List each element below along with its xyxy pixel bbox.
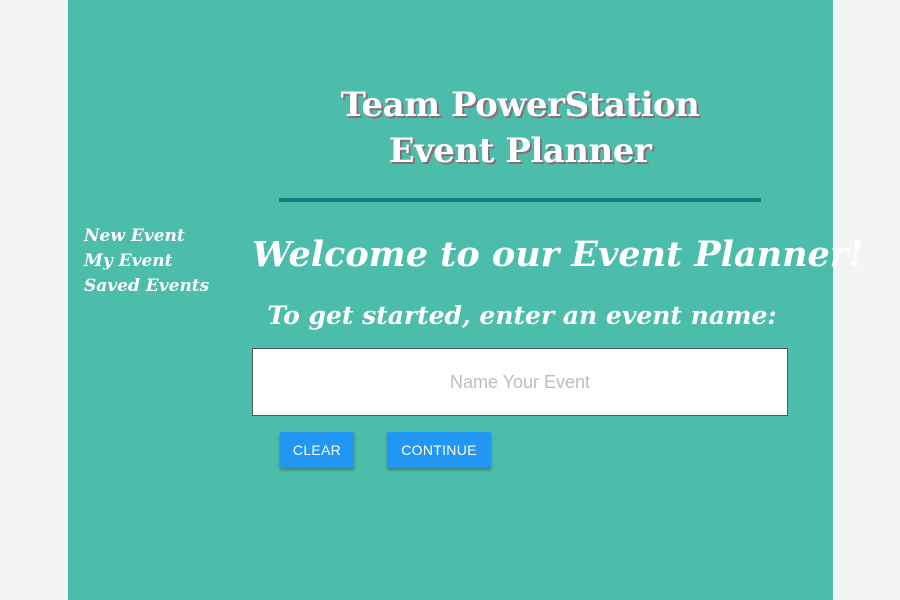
continue-button[interactable]: CONTINUE	[387, 432, 491, 468]
header-divider	[279, 198, 761, 202]
sidebar-item-my-event[interactable]: My Event	[84, 249, 224, 274]
event-name-input[interactable]	[252, 348, 788, 416]
page-header: Team PowerStation Event Planner	[252, 82, 788, 174]
page-panel: New Event My Event Saved Events Team Pow…	[68, 0, 864, 600]
clear-button[interactable]: CLEAR	[280, 432, 354, 468]
instruction-text: To get started, enter an event name:	[267, 301, 777, 330]
page-title-line-2: Event Planner	[388, 131, 652, 171]
sidebar-nav: New Event My Event Saved Events	[84, 224, 224, 299]
page-title-line-1: Team PowerStation	[340, 85, 700, 125]
sidebar-item-new-event[interactable]: New Event	[84, 224, 224, 249]
sidebar-item-saved-events[interactable]: Saved Events	[84, 274, 224, 299]
welcome-heading: Welcome to our Event Planner!	[252, 234, 864, 275]
